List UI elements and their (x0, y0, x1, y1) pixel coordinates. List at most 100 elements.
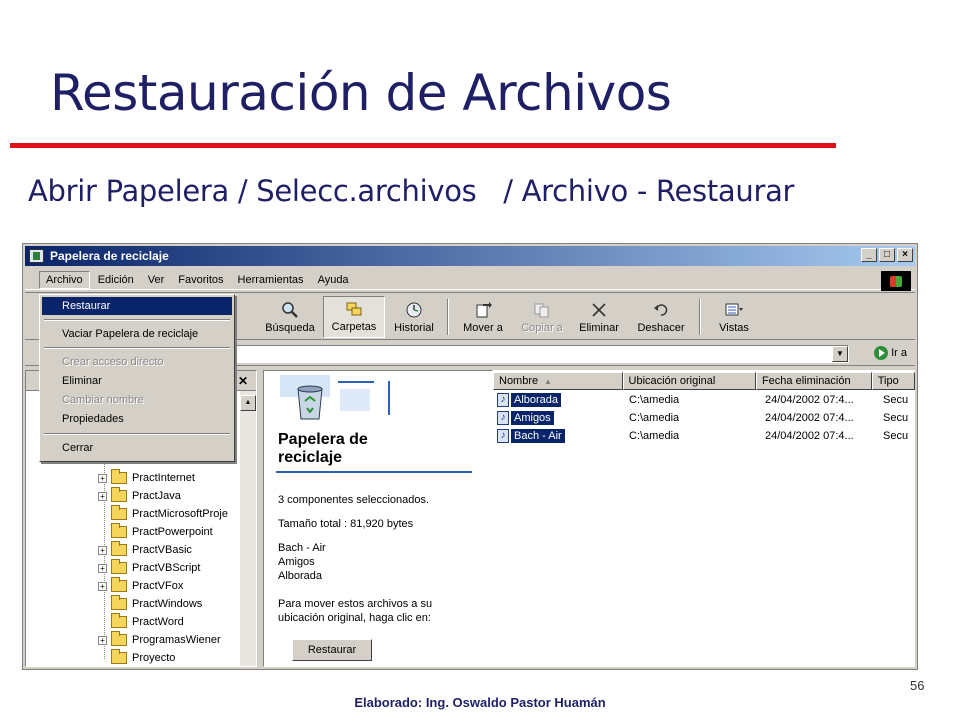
expand-plus-icon[interactable]: + (98, 581, 107, 591)
folder-icon (111, 469, 127, 484)
sort-ascending-icon: ▲ (544, 377, 553, 386)
delete-button[interactable]: Eliminar (573, 296, 625, 338)
maximize-button[interactable]: □ (879, 248, 895, 262)
tree-folder[interactable]: + ProgramasWiener (98, 631, 221, 649)
tree-folder[interactable]: PractMicrosoftProje (98, 505, 228, 523)
menu-item-crear-acceso-directo[interactable]: Crear acceso directo (42, 353, 232, 371)
folder-icon (111, 595, 127, 610)
file-list-header: Nombre ▲ Ubicación original Fecha elimina… (493, 372, 916, 390)
close-button[interactable]: × (897, 248, 913, 262)
views-icon (725, 303, 743, 316)
tree-folder[interactable]: PractWord (98, 613, 184, 631)
selected-file-name: Amigos (278, 556, 315, 568)
table-row[interactable]: ♪ Amigos C:\amedia 24/04/2002 07:4... Se… (493, 410, 917, 428)
title-underline (10, 143, 836, 148)
search-button[interactable]: Búsqueda (259, 296, 321, 338)
instructions-text: Para mover estos archivos a su (278, 598, 433, 610)
file-name-cell[interactable]: ♪ Amigos (497, 411, 554, 425)
undo-icon (654, 304, 668, 316)
music-file-icon: ♪ (497, 411, 509, 425)
search-icon (282, 302, 298, 318)
menu-item-vaciar-papelera[interactable]: Vaciar Papelera de reciclaje (42, 325, 232, 343)
tree-folder[interactable]: + PractJava (98, 487, 181, 505)
selected-count-text: 3 componentes seleccionados. (278, 494, 430, 506)
menu-item-cerrar[interactable]: Cerrar (42, 439, 232, 457)
column-header-location[interactable]: Ubicación original (622, 372, 756, 390)
menu-archivo[interactable]: Archivo (39, 270, 90, 289)
column-header-name[interactable]: Nombre ▲ (493, 372, 623, 390)
window-titlebar[interactable]: Papelera de reciclaje _ □ × (25, 246, 915, 266)
table-row[interactable]: ♪ Alborada C:\amedia 24/04/2002 07:4... … (493, 392, 917, 410)
menu-edicion[interactable]: Edición (92, 272, 140, 288)
tree-folder[interactable]: + PractVFox (98, 577, 183, 595)
type-cell: Secu (883, 412, 909, 424)
go-arrow-icon (874, 346, 889, 360)
table-row[interactable]: ♪ Bach - Air C:\amedia 24/04/2002 07:4..… (493, 428, 917, 446)
tree-scrollbar[interactable]: ▲ (240, 391, 256, 666)
menu-bar: Archivo Edición Ver Favoritos Herramient… (25, 270, 915, 290)
menu-item-cambiar-nombre[interactable]: Cambiar nombre (42, 391, 232, 409)
menu-item-eliminar[interactable]: Eliminar (42, 372, 232, 390)
column-header-date[interactable]: Fecha eliminación (755, 372, 872, 390)
date-cell: 24/04/2002 07:4... (765, 430, 854, 442)
copy-to-button[interactable]: Copiar a (515, 296, 569, 338)
location-cell: C:\amedia (629, 412, 680, 424)
tree-folder[interactable]: + PractVBasic (98, 541, 192, 559)
menu-ver[interactable]: Ver (142, 272, 171, 288)
menu-herramientas[interactable]: Herramientas (232, 272, 310, 288)
expand-plus-icon[interactable]: + (98, 635, 107, 645)
address-dropdown-button[interactable]: ▼ (832, 346, 848, 362)
folder-icon (111, 487, 127, 502)
slide-title: Restauración de Archivos (50, 64, 672, 122)
folder-icon (111, 631, 127, 646)
address-input[interactable]: ▼ (235, 345, 849, 363)
close-pane-icon[interactable]: ✕ (238, 374, 248, 388)
folder-icon (111, 505, 127, 520)
menu-ayuda[interactable]: Ayuda (312, 272, 355, 288)
menu-item-restaurar[interactable]: Restaurar (42, 297, 232, 315)
instructions-text: ubicación original, haga clic en: (278, 612, 431, 624)
scroll-up-arrow[interactable]: ▲ (240, 395, 256, 411)
file-name-cell[interactable]: ♪ Alborada (497, 393, 562, 407)
move-to-button[interactable]: Mover a (455, 296, 511, 338)
folders-icon (346, 302, 362, 316)
menu-favoritos[interactable]: Favoritos (172, 272, 229, 288)
recycle-bin-icon (280, 375, 390, 420)
menu-separator (44, 433, 230, 435)
history-button[interactable]: Historial (389, 296, 439, 338)
move-to-icon (476, 302, 492, 318)
tree-folder[interactable]: PractPowerpoint (98, 523, 213, 541)
tree-folder[interactable]: + PractVBScript (98, 559, 200, 577)
windows-logo-icon (881, 271, 911, 291)
tree-folder[interactable]: PractWindows (98, 595, 202, 613)
menu-item-propiedades[interactable]: Propiedades (42, 410, 232, 428)
go-button[interactable]: Ir a (874, 346, 907, 360)
tree-folder[interactable]: + PractInternet (98, 469, 195, 487)
column-header-type[interactable]: Tipo (871, 372, 916, 390)
folder-icon (111, 523, 127, 538)
web-view-divider (276, 471, 472, 473)
toolbar-separator (699, 299, 701, 335)
type-cell: Secu (883, 430, 909, 442)
undo-button[interactable]: Deshacer (631, 296, 691, 338)
minimize-button[interactable]: _ (861, 248, 877, 262)
file-name-cell[interactable]: ♪ Bach - Air (497, 429, 565, 443)
music-file-icon: ♪ (497, 429, 509, 443)
recycle-bin-icon (29, 249, 44, 263)
web-view-panel: Papelera de reciclaje 3 componentes sele… (263, 370, 493, 667)
window-title: Papelera de reciclaje (50, 249, 169, 263)
expand-plus-icon[interactable]: + (98, 473, 107, 483)
location-cell: C:\amedia (629, 430, 680, 442)
tree-folder[interactable]: Proyecto (98, 649, 175, 667)
copy-to-icon (534, 303, 549, 318)
recycle-bin-window: Papelera de reciclaje _ □ × Archivo Edic… (22, 243, 918, 670)
menu-separator (44, 347, 230, 349)
selected-file-name: Bach - Air (278, 542, 326, 554)
expand-plus-icon[interactable]: + (98, 491, 107, 501)
date-cell: 24/04/2002 07:4... (765, 412, 854, 424)
restore-button[interactable]: Restaurar (292, 639, 372, 661)
views-button[interactable]: Vistas (709, 296, 759, 338)
folders-button[interactable]: Carpetas (323, 296, 385, 338)
expand-plus-icon[interactable]: + (98, 563, 107, 573)
expand-plus-icon[interactable]: + (98, 545, 107, 555)
